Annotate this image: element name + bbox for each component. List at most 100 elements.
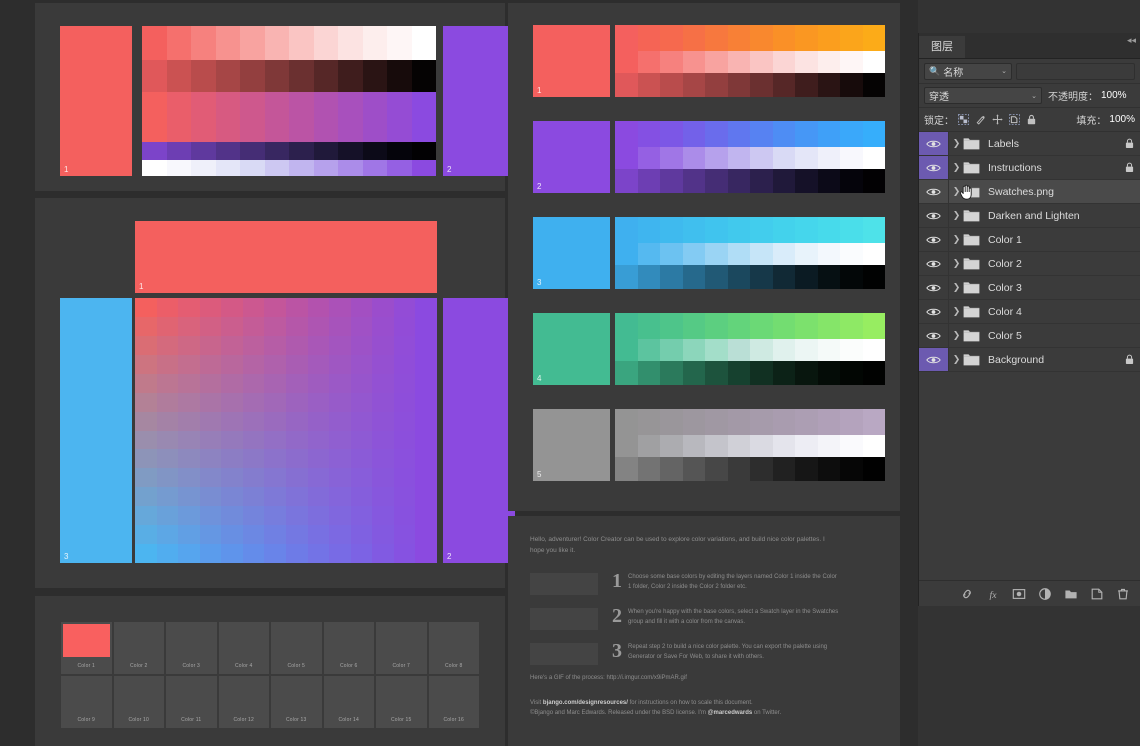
blend-mode-select[interactable]: 穿透 ⌄ (924, 87, 1042, 104)
color-strip[interactable]: 3 (533, 217, 885, 289)
new-layer-icon[interactable] (1090, 587, 1104, 601)
strip-base-swatch[interactable]: 4 (533, 313, 610, 385)
blend-mode-row[interactable]: 穿透 ⌄ 不透明度： 100% (919, 84, 1140, 108)
layer-visibility-toggle[interactable] (919, 276, 949, 299)
swatch-fill[interactable] (63, 678, 110, 711)
field-right-color[interactable]: 2 (443, 298, 515, 563)
filter-kind-select[interactable]: 🔍 名称 ⌄ (924, 62, 1012, 80)
swatch-cell[interactable]: Color 14 (322, 675, 375, 729)
swatch-cell[interactable]: Color 7 (375, 621, 428, 675)
twitter-handle-link[interactable]: @marcedwards (708, 710, 753, 716)
swatch-fill[interactable] (63, 624, 110, 657)
chevron-right-icon[interactable]: ❯ (951, 258, 962, 269)
layer-visibility-toggle[interactable] (919, 132, 949, 155)
layer-row[interactable]: ❯ Color 3 (919, 276, 1140, 300)
swatch-cell[interactable]: Color 3 (165, 621, 218, 675)
swatch-cell[interactable]: Color 13 (270, 675, 323, 729)
lock-row[interactable]: 锁定： 填充： 100% (919, 108, 1140, 132)
swatch-fill[interactable] (431, 624, 478, 657)
layer-visibility-toggle[interactable] (919, 180, 949, 203)
swatch-cell[interactable]: Color 1 (60, 621, 113, 675)
chevron-right-icon[interactable]: ❯ (951, 306, 962, 317)
delete-layer-icon[interactable] (1116, 587, 1130, 601)
artboard-swatch-grid[interactable]: Color 1 Color 2 Color 3 Color 4 Color 5 Color… (35, 596, 505, 746)
swatch-fill[interactable] (221, 624, 268, 657)
swatch-fill[interactable] (273, 678, 320, 711)
chevron-right-icon[interactable]: ❯ (951, 282, 962, 293)
artboard-color-strips[interactable]: 1 2 3 4 5 (508, 3, 900, 511)
eye-icon[interactable] (926, 355, 941, 365)
layer-visibility-toggle[interactable] (919, 252, 949, 275)
layer-name[interactable]: Background (988, 354, 1044, 366)
swatch-cell[interactable]: Color 6 (322, 621, 375, 675)
swatch-cell[interactable]: Color 15 (375, 675, 428, 729)
chevron-right-icon[interactable]: ❯ (951, 330, 962, 341)
layer-name[interactable]: Labels (988, 138, 1019, 150)
layer-name[interactable]: Instructions (988, 162, 1042, 174)
color-strip[interactable]: 2 (533, 121, 885, 193)
layer-row[interactable]: ❯ Instructions (919, 156, 1140, 180)
layer-name[interactable]: Color 1 (988, 234, 1022, 246)
layer-row[interactable]: ❯ Labels (919, 132, 1140, 156)
opacity-value[interactable]: 100% (1101, 90, 1127, 101)
swatch-fill[interactable] (326, 678, 373, 711)
color-strip[interactable]: 4 (533, 313, 885, 385)
eye-icon[interactable] (926, 307, 941, 317)
layer-list[interactable]: ❯ Labels ❯ Instructions ❯ Swatches.png ❯ Darken… (919, 132, 1140, 372)
swatch-cell[interactable]: Color 16 (427, 675, 480, 729)
filter-input[interactable] (1016, 62, 1135, 80)
field-top-color[interactable]: 1 (135, 221, 437, 293)
chevron-right-icon[interactable]: ❯ (951, 138, 962, 149)
layer-visibility-toggle[interactable] (919, 324, 949, 347)
base-color-1-swatch[interactable]: 1 (60, 26, 132, 176)
color-strip[interactable]: 5 (533, 409, 885, 481)
layer-row[interactable]: ❯ Background (919, 348, 1140, 372)
eye-icon[interactable] (926, 163, 941, 173)
image-pixels-lock-icon[interactable] (975, 114, 986, 125)
layer-style-fx-icon[interactable]: fx (986, 587, 1000, 601)
layer-name[interactable]: Color 5 (988, 330, 1022, 342)
layer-visibility-toggle[interactable] (919, 156, 949, 179)
layer-row[interactable]: ❯ Swatches.png (919, 180, 1140, 204)
tab-layers[interactable]: 图层 (919, 36, 965, 58)
color-strip[interactable]: 1 (533, 25, 885, 97)
eye-icon[interactable] (926, 259, 941, 269)
layer-name[interactable]: Color 2 (988, 258, 1022, 270)
layers-panel-toolbar[interactable]: fx (919, 580, 1140, 606)
eye-icon[interactable] (926, 211, 941, 221)
adjustment-layer-icon[interactable] (1038, 587, 1052, 601)
swatch-fill[interactable] (168, 678, 215, 711)
layer-row[interactable]: ❯ Color 2 (919, 252, 1140, 276)
layer-name[interactable]: Color 3 (988, 282, 1022, 294)
swatch-fill[interactable] (326, 624, 373, 657)
gif-url[interactable]: http://i.imgur.com/x9iPmAR.gif (607, 675, 687, 681)
swatch-fill[interactable] (221, 678, 268, 711)
strip-base-swatch[interactable]: 1 (533, 25, 610, 97)
eye-icon[interactable] (926, 283, 941, 293)
artboard-nesting-lock-icon[interactable] (1009, 114, 1020, 125)
chevron-right-icon[interactable]: ❯ (951, 162, 962, 173)
layer-row[interactable]: ❯ Darken and Lighten (919, 204, 1140, 228)
layer-mask-icon[interactable] (1012, 587, 1026, 601)
swatch-cell[interactable]: Color 4 (217, 621, 270, 675)
swatch-fill[interactable] (116, 624, 163, 657)
eye-icon[interactable] (926, 139, 941, 149)
layer-row[interactable]: ❯ Color 5 (919, 324, 1140, 348)
lock-toggle-group[interactable] (958, 114, 1037, 125)
designresources-link[interactable]: bjango.com/designresources/ (543, 700, 628, 706)
strip-base-swatch[interactable]: 3 (533, 217, 610, 289)
link-layers-icon[interactable] (960, 587, 974, 601)
strip-base-swatch[interactable]: 5 (533, 409, 610, 481)
swatch-cell[interactable]: Color 11 (165, 675, 218, 729)
chevron-right-icon[interactable]: ❯ (951, 210, 962, 221)
swatch-fill[interactable] (431, 678, 478, 711)
layer-visibility-toggle[interactable] (919, 348, 949, 371)
artboard-base-ramps[interactable]: 1 2 (35, 3, 515, 191)
layer-row[interactable]: ❯ Color 4 (919, 300, 1140, 324)
field-gradient-mesh[interactable] (135, 298, 437, 563)
layer-visibility-toggle[interactable] (919, 300, 949, 323)
chevron-down-icon[interactable]: ⌄ (995, 67, 1007, 75)
swatch-fill[interactable] (116, 678, 163, 711)
eye-icon[interactable] (926, 235, 941, 245)
swatch-fill[interactable] (273, 624, 320, 657)
